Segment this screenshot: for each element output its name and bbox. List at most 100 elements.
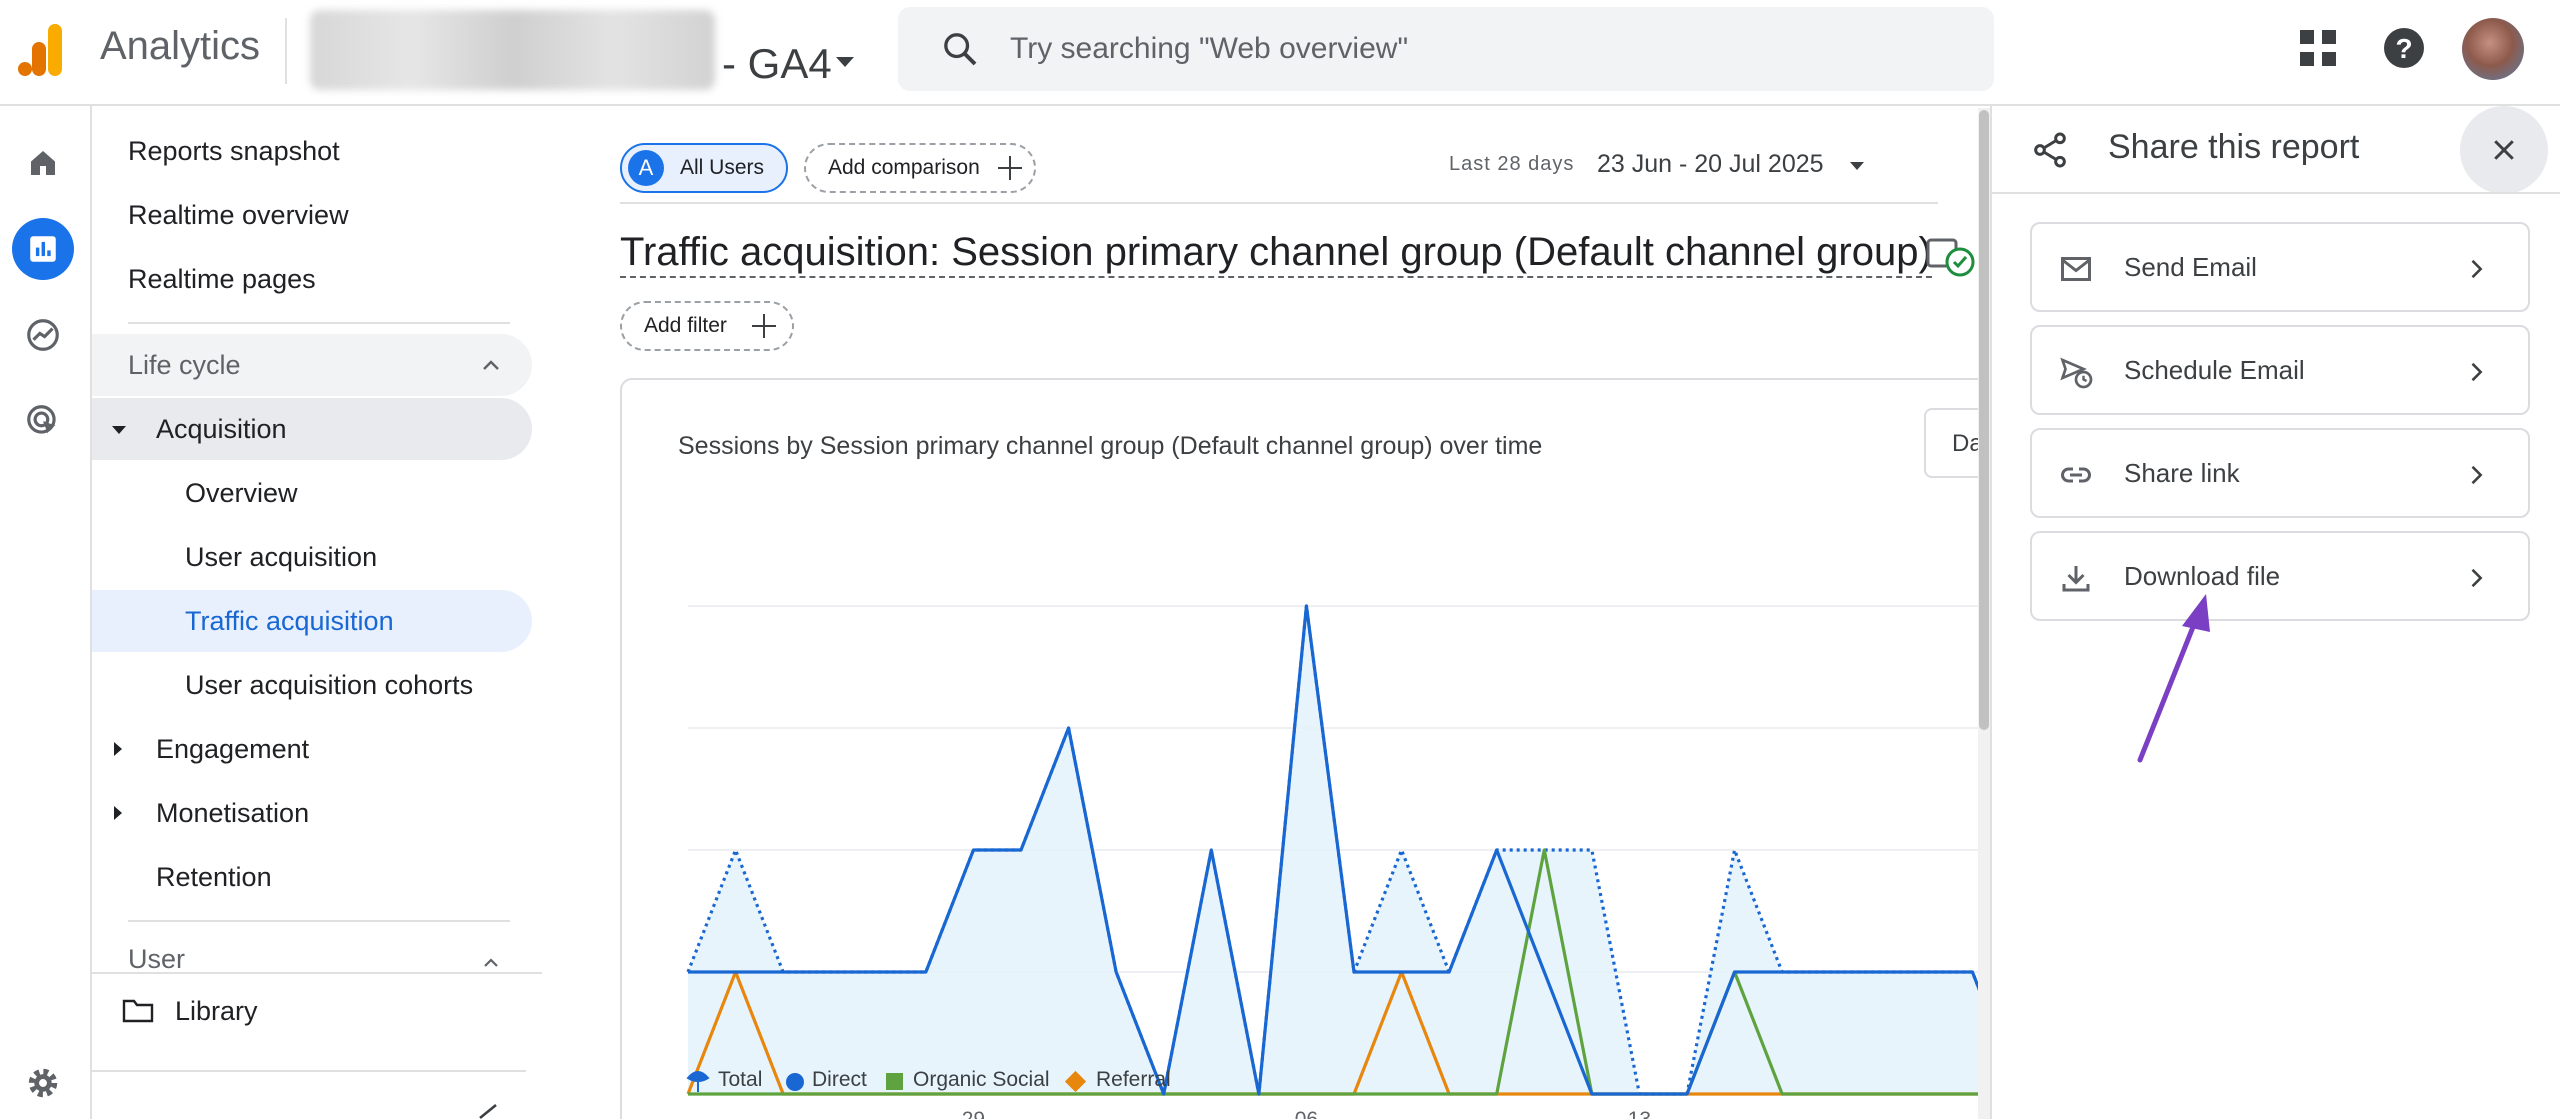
advertising-icon[interactable] [12, 390, 74, 452]
add-comparison-button[interactable]: Add comparison [804, 143, 1036, 193]
chart-card: Sessions by Session primary channel grou… [620, 378, 1990, 1119]
date-dropdown-icon[interactable] [1850, 162, 1864, 170]
nav-item-library[interactable]: Library [92, 980, 532, 1042]
nav-item-label: Retention [156, 861, 272, 892]
nav-item-realtime-overview[interactable]: Realtime overview [92, 184, 532, 246]
chart-legend: Total Direct Organic Social Referral [686, 1066, 1306, 1096]
chevron-up-icon [484, 958, 498, 967]
app-title: Analytics [100, 24, 261, 68]
header-divider [285, 18, 287, 84]
nav-item-label: Library [175, 995, 258, 1026]
nav-section-user[interactable]: User [128, 944, 518, 970]
plus-icon [752, 314, 776, 338]
nav-item-label: Overview [185, 477, 298, 508]
nav-item-overview[interactable]: Overview [92, 462, 532, 524]
svg-text:?: ? [2395, 33, 2412, 64]
nav-item-traffic-acquisition[interactable]: Traffic acquisition [92, 590, 532, 652]
top-bar: Analytics - GA4 ? [0, 0, 2560, 106]
explore-icon[interactable] [12, 304, 74, 366]
library-divider [92, 972, 542, 974]
option-label: Send Email [2124, 251, 2257, 282]
avatar[interactable] [2462, 18, 2524, 80]
nav-item-retention[interactable]: Retention [92, 846, 532, 908]
legend-label-direct: Direct [812, 1068, 867, 1091]
share-link-button[interactable]: Share link [2030, 428, 2530, 518]
chevron-right-icon [2471, 465, 2483, 485]
legend-total-icon [686, 1071, 710, 1092]
nav-divider [128, 920, 510, 922]
chevron-up-icon [483, 360, 499, 370]
nav-item-realtime-pages[interactable]: Realtime pages [92, 248, 532, 310]
line-chart: 29Jun06Jul13 [686, 604, 1990, 1119]
help-icon[interactable]: ? [2380, 24, 2428, 72]
apps-grid-icon[interactable] [2294, 24, 2342, 72]
nav-item-engagement[interactable]: Engagement [92, 718, 532, 780]
close-panel-button[interactable] [2460, 106, 2548, 194]
nav-item-label: Realtime pages [128, 263, 316, 294]
date-range-picker[interactable]: 23 Jun - 20 Jul 2025 [1597, 150, 1824, 179]
legend-label-total: Total [718, 1068, 763, 1091]
section-label: Life cycle [128, 349, 241, 380]
close-icon [2494, 140, 2514, 160]
nav-item-acquisition[interactable]: Acquisition [92, 398, 532, 460]
section-label: User [128, 944, 186, 970]
x-tick-label: 06 [1295, 1108, 1318, 1119]
add-filter-label: Add filter [644, 314, 727, 337]
panel-header-divider [1992, 192, 2560, 194]
mail-icon [2061, 257, 2091, 281]
search-icon [944, 33, 977, 66]
nav-item-label: Acquisition [156, 413, 287, 444]
download-file-button[interactable]: Download file [2030, 531, 2530, 621]
analytics-logo-icon[interactable] [18, 22, 68, 78]
settings-gear-icon[interactable] [12, 1052, 74, 1114]
legend-label-referral: Referral [1096, 1068, 1171, 1091]
property-name[interactable]: - GA4 [722, 40, 832, 88]
schedule-email-button[interactable]: Schedule Email [2030, 325, 2530, 415]
nav-item-label: User acquisition cohorts [185, 669, 474, 700]
option-label: Download file [2124, 560, 2281, 591]
scrollbar-thumb[interactable] [1979, 110, 1989, 730]
nav-item-user-acquisition[interactable]: User acquisition [92, 526, 532, 588]
page-title[interactable]: Traffic acquisition: Session primary cha… [620, 230, 1932, 278]
nav-item-label: Reports snapshot [128, 135, 340, 166]
add-filter-button[interactable]: Add filter [620, 301, 794, 351]
download-icon [2062, 566, 2090, 592]
account-dropdown-icon[interactable] [836, 57, 854, 67]
send-email-button[interactable]: Send Email [2030, 222, 2530, 312]
toolbar-divider [620, 202, 1938, 204]
nav-divider [92, 1070, 526, 1072]
option-label: Share link [2124, 457, 2240, 488]
nav-item-label: Engagement [156, 733, 310, 764]
expand-arrow-icon [114, 806, 122, 820]
legend-direct-marker [786, 1073, 804, 1091]
x-tick-label: 29 [962, 1108, 985, 1119]
nav-divider [128, 322, 510, 324]
add-comparison-label: Add comparison [828, 156, 980, 179]
account-name-blurred[interactable] [310, 10, 715, 90]
schedule-send-icon [2060, 357, 2093, 389]
search-input[interactable] [1010, 7, 1910, 91]
nav-section-lifecycle[interactable]: Life cycle [92, 334, 532, 396]
nav-item-label: Traffic acquisition [185, 605, 394, 636]
left-rail [0, 106, 92, 1119]
nav-item-reports-snapshot[interactable]: Reports snapshot [92, 120, 532, 182]
legend-label-organic-social: Organic Social [913, 1068, 1050, 1091]
share-panel-title: Share this report [2108, 128, 2360, 166]
plus-icon [998, 156, 1022, 180]
folder-icon [122, 999, 154, 1023]
home-icon[interactable] [12, 132, 74, 194]
collapse-nav-icon[interactable] [472, 1102, 502, 1119]
nav-item-user-acquisition-cohorts[interactable]: User acquisition cohorts [92, 654, 532, 716]
report-status-icon[interactable] [1926, 234, 1980, 280]
legend-referral-marker [1064, 1070, 1087, 1093]
nav-item-label: Monetisation [156, 797, 310, 828]
segment-badge: A [628, 150, 664, 186]
segment-chip-all-users[interactable]: A All Users [620, 143, 788, 193]
reports-icon[interactable] [12, 218, 74, 280]
chevron-right-icon [2471, 259, 2483, 279]
expand-arrow-icon [112, 426, 126, 434]
search-bar[interactable] [898, 7, 1994, 91]
chevron-right-icon [2471, 568, 2483, 588]
segment-label: All Users [680, 156, 765, 179]
nav-item-monetisation[interactable]: Monetisation [92, 782, 532, 844]
